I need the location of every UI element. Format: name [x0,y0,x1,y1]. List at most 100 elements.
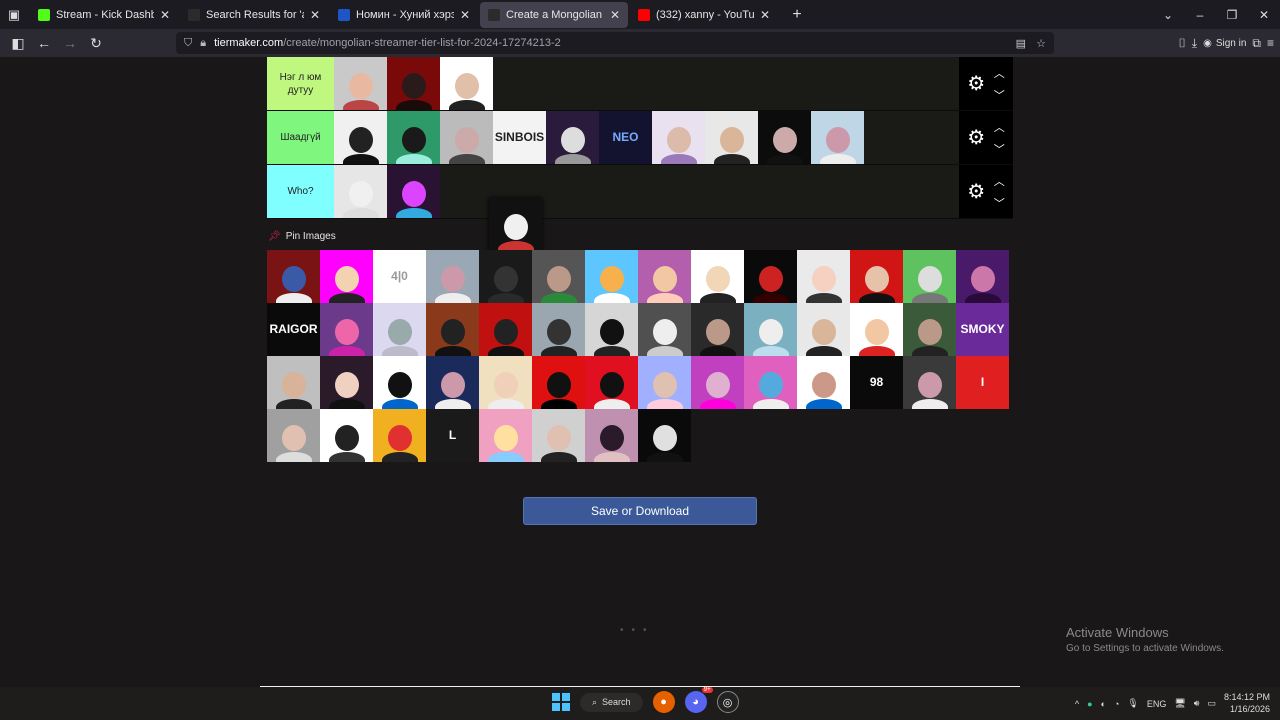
chevron-up-icon[interactable]: ︿ [994,119,1005,135]
bookmark-star-icon[interactable]: ☆ [1036,37,1046,50]
tab-close-icon[interactable]: ✕ [160,8,170,22]
pool-image[interactable]: 4|0 [373,250,426,303]
pool-image[interactable] [479,356,532,409]
browser-tab[interactable]: Create a Mongolian Streamer fo ✕ [480,1,628,28]
pool-image[interactable] [373,303,426,356]
pool-image[interactable] [320,250,373,303]
shield-icon[interactable]: ⛉ [184,37,192,50]
browser-tab[interactable]: (332) xanny - YouTube ✕ [630,2,778,28]
gear-icon[interactable]: ⚙ [967,179,985,204]
pool-image[interactable] [691,250,744,303]
tier-label[interactable]: Нэг л юм дутуу [267,57,334,110]
pool-image[interactable] [691,303,744,356]
browser-tab[interactable]: Stream - Kick Dashboard ✕ [30,2,178,28]
gear-icon[interactable]: ⚙ [967,125,985,150]
pool-image[interactable] [903,250,956,303]
discord-icon[interactable]: ◕ 9+ [684,687,713,713]
pool-image[interactable] [426,356,479,409]
pool-image[interactable]: SMOKY [956,303,1009,356]
tab-overview-icon[interactable]: ▣ [0,0,28,29]
menu-icon[interactable]: ≡ [1267,36,1274,50]
pool-image[interactable] [903,356,956,409]
tier-label[interactable]: Шаадгүй [267,111,334,164]
tier-label[interactable]: Who? [267,165,334,218]
pool-image[interactable] [903,303,956,356]
pin-images-toggle[interactable]: 📌︎ Pin Images [268,231,336,242]
chevron-down-icon[interactable]: ﹀ [994,141,1005,157]
pool-image[interactable]: RAIGOR [267,303,320,356]
battery-icon[interactable]: ▭ [1207,698,1216,709]
windows-start-icon[interactable] [552,693,570,711]
gear-icon[interactable]: ⚙ [967,71,985,96]
tier-image[interactable]: SINBOIS [493,111,546,164]
pool-image[interactable] [373,356,426,409]
clock[interactable]: 8:14:12 PM 1/16/2026 [1224,692,1270,715]
pool-image[interactable] [426,303,479,356]
pool-image[interactable] [373,409,426,462]
close-window-button[interactable]: ✕ [1248,8,1280,22]
pool-image[interactable] [744,250,797,303]
extensions-icon[interactable]: ⧉ [1252,36,1261,51]
pool-image[interactable] [267,250,320,303]
pool-image[interactable] [585,250,638,303]
pool-image[interactable] [532,356,585,409]
lock-icon[interactable]: 🔒︎ [200,37,206,50]
obs-icon[interactable]: ◎ [716,691,739,713]
pool-image[interactable] [532,303,585,356]
tier-items[interactable]: SINBOIS NEO [334,111,959,164]
pool-image[interactable] [638,303,691,356]
pool-image[interactable] [479,303,532,356]
tier-image[interactable] [387,165,440,218]
pool-image[interactable] [585,356,638,409]
tier-image[interactable] [440,57,493,110]
tab-close-icon[interactable]: ✕ [760,8,770,22]
tier-image[interactable] [334,111,387,164]
new-tab-button[interactable]: + [784,6,810,24]
pool-image[interactable] [267,356,320,409]
reader-view-icon[interactable]: ▤ [1016,37,1026,50]
pool-image[interactable] [797,356,850,409]
url-bar[interactable]: ⛉ 🔒︎ tiermaker.com/create/mongolian-stre… [176,32,1054,54]
tab-close-icon[interactable]: ✕ [610,8,620,22]
tab-list-chevron-icon[interactable]: ⌄ [1152,8,1184,22]
pool-image[interactable] [956,250,1009,303]
tier-image[interactable] [440,111,493,164]
network-icon[interactable]: 🖥︎ [1174,698,1185,709]
back-button[interactable]: ← [32,35,56,51]
chevron-up-icon[interactable]: ︿ [994,173,1005,189]
microphone-icon[interactable]: 🎙︎ [1127,698,1138,709]
pool-image[interactable] [638,409,691,462]
chevron-up-icon[interactable]: ︿ [994,65,1005,81]
pool-image[interactable] [320,356,373,409]
tier-image[interactable] [652,111,705,164]
browser-tab[interactable]: Search Results for 'alcohol' - Tie ✕ [180,2,328,28]
minimize-button[interactable]: – [1184,8,1216,22]
screenshot-icon[interactable]: ⌷ [1179,36,1186,51]
browser-tab[interactable]: Номин - Хуний хэрэгцээ цем б ✕ [330,2,478,28]
pool-image[interactable]: L [426,409,479,462]
pool-image[interactable] [797,250,850,303]
taskbar-search[interactable]: ⌕ Search [580,692,643,712]
pool-image[interactable] [479,250,532,303]
dragging-image[interactable] [489,198,542,251]
reload-button[interactable]: ↻ [84,35,108,52]
restore-button[interactable]: ❐ [1216,8,1248,22]
tier-items[interactable] [334,57,959,110]
tier-image[interactable] [811,111,864,164]
tier-image[interactable] [705,111,758,164]
tier-image[interactable] [758,111,811,164]
tier-image[interactable] [334,57,387,110]
pool-image[interactable] [850,250,903,303]
tray-chevron-icon[interactable]: ^ [1075,699,1079,709]
pool-image[interactable]: I [956,356,1009,409]
pool-image[interactable] [797,303,850,356]
chevron-down-icon[interactable]: ﹀ [994,87,1005,103]
tab-close-icon[interactable]: ✕ [310,8,320,22]
pool-image[interactable] [320,303,373,356]
tier-items[interactable] [334,165,959,218]
steam-icon[interactable]: ◐ [1101,699,1106,709]
save-download-button[interactable]: Save or Download [523,497,757,525]
pool-image[interactable] [585,409,638,462]
volume-icon[interactable]: 🔊︎ [1194,698,1200,709]
sign-in-button[interactable]: ◉ Sign in [1203,38,1246,49]
